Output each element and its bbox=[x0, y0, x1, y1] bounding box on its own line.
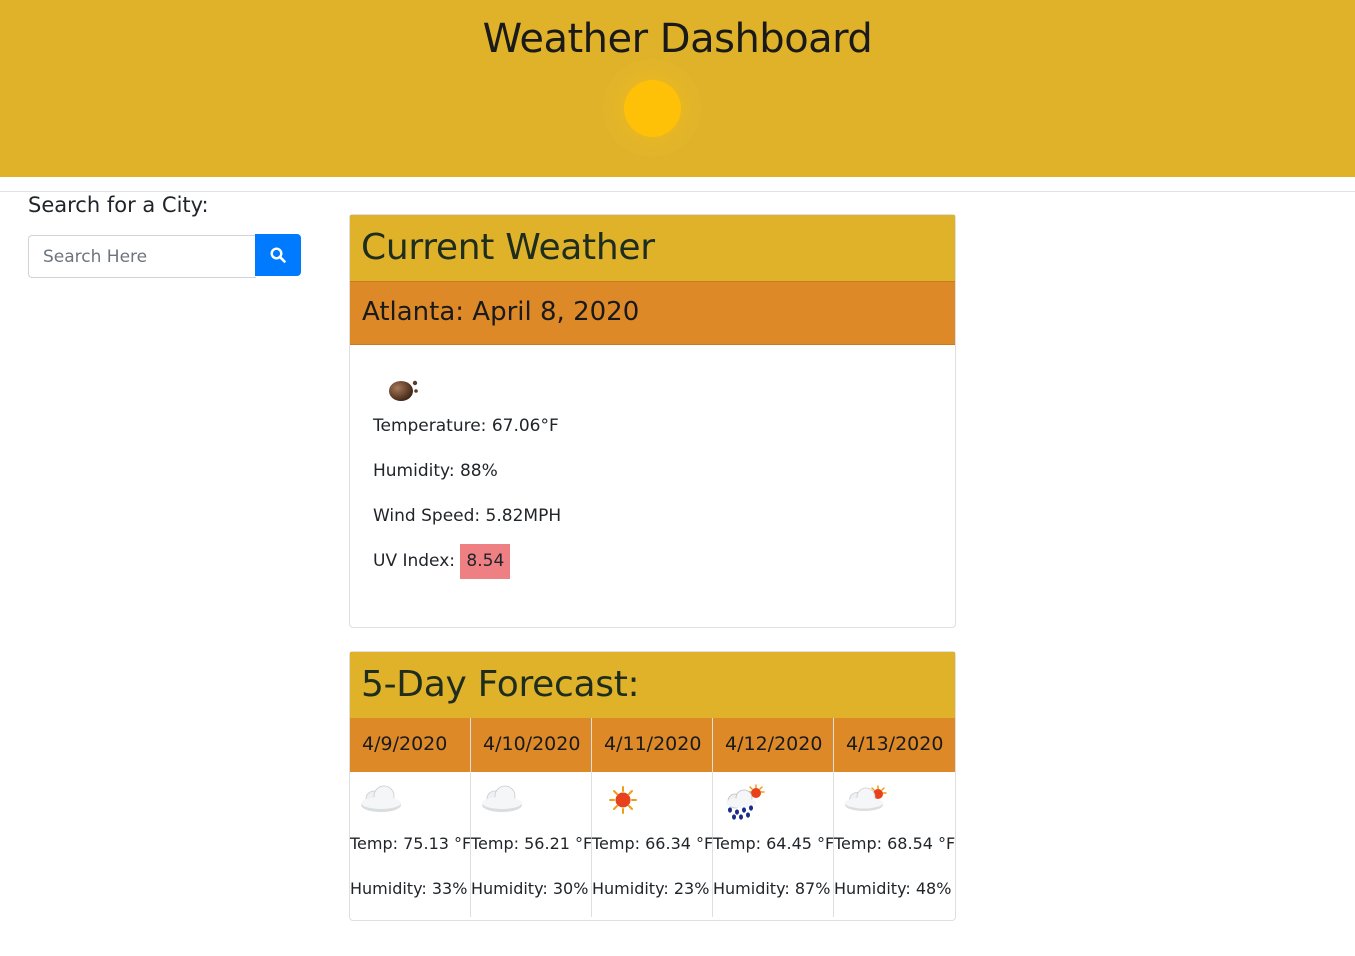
forecast-temp: Temp: 66.34 °F bbox=[592, 834, 714, 853]
header-divider bbox=[0, 191, 1355, 192]
forecast-date: 4/12/2020 bbox=[713, 718, 833, 772]
forecast-humidity: Humidity: 23% bbox=[592, 879, 710, 898]
current-temperature: Temperature: 67.06°F bbox=[373, 416, 559, 436]
page-header: Weather Dashboard bbox=[0, 0, 1355, 177]
forecast-date: 4/10/2020 bbox=[471, 718, 591, 772]
forecast-day: 4/10/2020 Temp: 56.21 °F Humidity: 30% bbox=[471, 718, 592, 917]
page-title: Weather Dashboard bbox=[482, 16, 873, 62]
forecast-table: 4/9/2020 Temp: 75.13 °F Humidity: 33% 4/… bbox=[350, 718, 955, 917]
search-button[interactable] bbox=[255, 234, 301, 276]
forecast-temp: Temp: 68.54 °F bbox=[834, 834, 956, 853]
uv-label: UV Index: bbox=[373, 551, 456, 571]
current-weather-heading: Current Weather bbox=[350, 215, 955, 281]
current-wind-speed: Wind Speed: 5.82MPH bbox=[373, 506, 562, 526]
current-weather-card: Current Weather Atlanta: April 8, 2020 T… bbox=[349, 214, 956, 628]
current-uv-row: UV Index: 8.54 bbox=[373, 544, 932, 589]
rain-sun-icon bbox=[713, 772, 833, 827]
search-label: Search for a City: bbox=[28, 193, 209, 217]
sun-icon bbox=[592, 772, 712, 827]
forecast-date: 4/13/2020 bbox=[834, 718, 955, 772]
forecast-date: 4/9/2020 bbox=[350, 718, 470, 772]
forecast-temp: Temp: 64.45 °F bbox=[713, 834, 835, 853]
forecast-humidity: Humidity: 33% bbox=[350, 879, 468, 898]
forecast-temp: Temp: 56.21 °F bbox=[471, 834, 593, 853]
mist-icon bbox=[385, 373, 425, 403]
forecast-day: 4/11/2020 Temp: 66.34 °F Humidity: 23% bbox=[592, 718, 713, 917]
forecast-date: 4/11/2020 bbox=[592, 718, 712, 772]
sun-icon bbox=[624, 80, 681, 137]
search-input[interactable] bbox=[28, 235, 256, 278]
city-date: Atlanta: April 8, 2020 bbox=[350, 281, 955, 345]
forecast-card: 5-Day Forecast: 4/9/2020 Temp: 75.13 °F … bbox=[349, 651, 956, 921]
forecast-humidity: Humidity: 87% bbox=[713, 879, 831, 898]
forecast-heading: 5-Day Forecast: bbox=[350, 652, 955, 718]
search-icon bbox=[270, 247, 286, 263]
cloud-sun-icon bbox=[834, 772, 955, 827]
forecast-temp: Temp: 75.13 °F bbox=[350, 834, 472, 853]
cloud-icon bbox=[350, 772, 470, 827]
cloud-icon bbox=[471, 772, 591, 827]
forecast-day: 4/9/2020 Temp: 75.13 °F Humidity: 33% bbox=[350, 718, 471, 917]
forecast-day: 4/13/2020 Temp: 68.54 °F Humidity: 48% bbox=[834, 718, 955, 917]
forecast-day: 4/12/2020 Temp: 64.45 °F Humidity: 87% bbox=[713, 718, 834, 917]
uv-badge: 8.54 bbox=[460, 544, 511, 579]
current-humidity: Humidity: 88% bbox=[373, 461, 498, 481]
forecast-humidity: Humidity: 30% bbox=[471, 879, 589, 898]
current-weather-body: Temperature: 67.06°F Humidity: 88% Wind … bbox=[350, 345, 955, 617]
forecast-humidity: Humidity: 48% bbox=[834, 879, 952, 898]
